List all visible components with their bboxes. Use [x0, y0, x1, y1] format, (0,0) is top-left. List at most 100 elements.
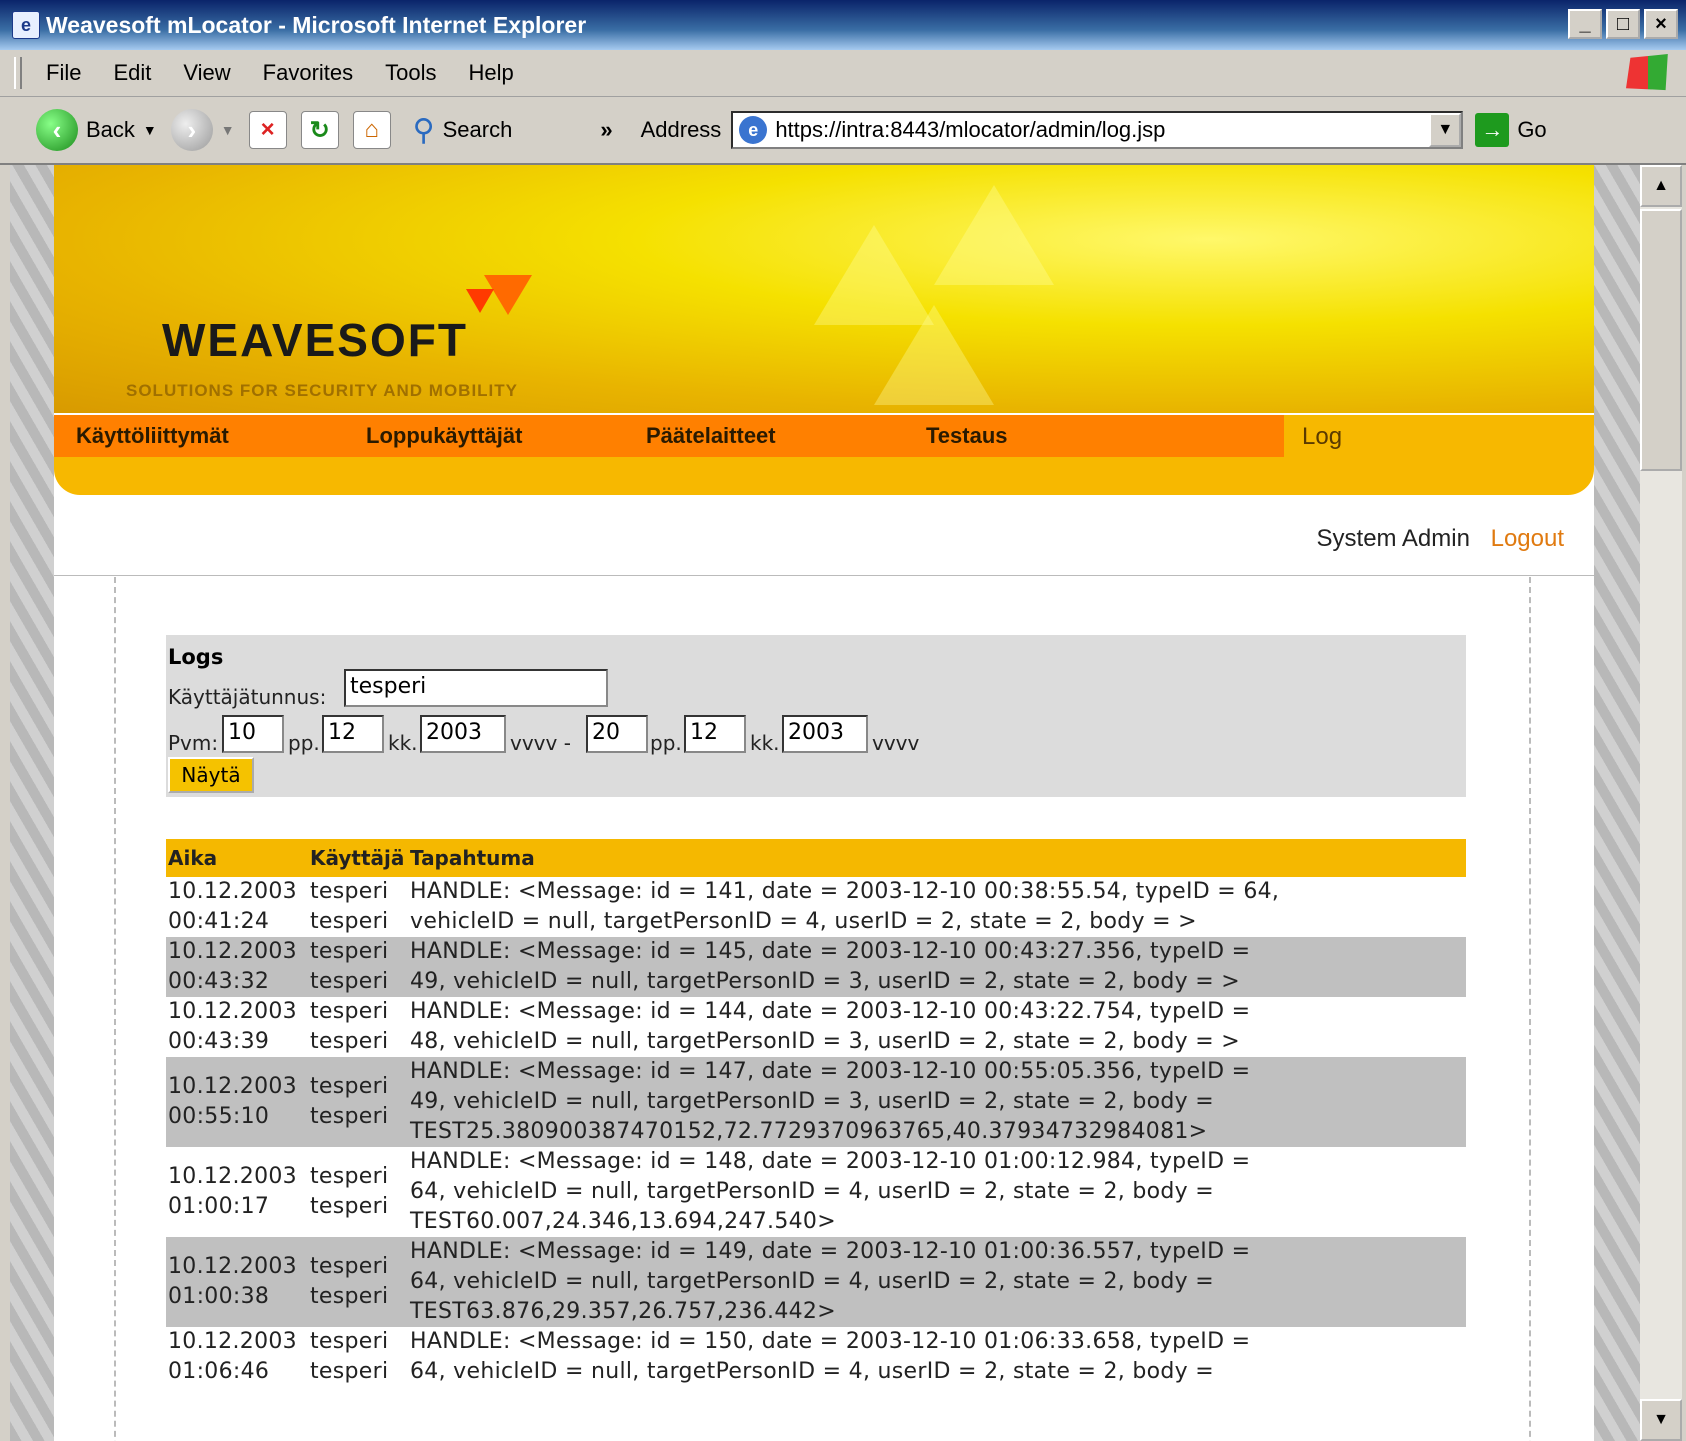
- back-dropdown-icon[interactable]: ▼: [143, 122, 157, 138]
- menu-file[interactable]: File: [30, 60, 97, 86]
- log-user-cell-line: tesperi: [310, 969, 389, 994]
- log-time-cell: 10.12.2003 01:00:38: [166, 1237, 308, 1327]
- ie-app-icon: e: [12, 11, 40, 39]
- log-time-cell-line: 10.12.2003: [168, 1329, 297, 1354]
- table-row: 10.12.2003 00:43:39 tesperi tesperi HANDLE: …: [166, 997, 1466, 1057]
- menu-help[interactable]: Help: [453, 60, 530, 86]
- table-row: 10.12.2003 01:00:38 tesperi tesperi HANDLE: …: [166, 1237, 1466, 1327]
- content-border-right: [1529, 577, 1531, 1441]
- address-dropdown-icon[interactable]: ▼: [1429, 113, 1462, 147]
- table-header-row: Aika Käyttäjä Tapahtuma: [166, 839, 1466, 877]
- to-month-input[interactable]: 12: [684, 715, 746, 753]
- log-user-cell-line: tesperi: [310, 999, 389, 1024]
- log-user-cell: tesperi tesperi: [308, 1237, 408, 1327]
- page-content: WEAVESOFT SOLUTIONS FOR SECURITY AND MOB…: [54, 165, 1594, 1441]
- menu-favorites[interactable]: Favorites: [247, 60, 369, 86]
- log-time-cell: 10.12.2003 00:41:24: [166, 877, 308, 937]
- vertical-scrollbar[interactable]: ▲ ▼: [1640, 165, 1682, 1441]
- address-bar[interactable]: e https://intra:8443/mlocator/admin/log.…: [731, 111, 1464, 149]
- log-event-cell-line: HANDLE: <Message: id = 150, date = 2003-…: [410, 1329, 1251, 1354]
- scroll-thumb[interactable]: [1640, 209, 1682, 471]
- close-button[interactable]: ×: [1644, 9, 1678, 39]
- log-event-cell: HANDLE: <Message: id = 150, date = 2003-…: [408, 1327, 1466, 1387]
- log-event-cell: HANDLE: <Message: id = 148, date = 2003-…: [408, 1147, 1466, 1237]
- log-event-cell-line: HANDLE: <Message: id = 147, date = 2003-…: [410, 1059, 1251, 1084]
- log-time-cell: 10.12.2003 01:06:46: [166, 1327, 308, 1387]
- menu-edit[interactable]: Edit: [97, 60, 167, 86]
- log-time-cell-line: 10.12.2003: [168, 1164, 297, 1189]
- day-unit-label: pp.: [288, 731, 320, 755]
- address-url[interactable]: https://intra:8443/mlocator/admin/log.js…: [775, 117, 1165, 143]
- back-arrow-icon: ‹: [36, 109, 78, 151]
- nav-item-testaus[interactable]: Testaus: [926, 423, 1008, 449]
- to-year-input[interactable]: 2003: [782, 715, 868, 753]
- log-user-cell: tesperi tesperi: [308, 1147, 408, 1237]
- log-user-cell-line: tesperi: [310, 879, 389, 904]
- log-event-cell-line: vehicleID = null, targetPersonID = 4, us…: [410, 909, 1197, 934]
- log-event-cell-line: 64, vehicleID = null, targetPersonID = 4…: [410, 1269, 1215, 1294]
- home-button[interactable]: ⌂: [352, 111, 391, 149]
- log-filter-form: Logs Käyttäjätunnus: tesperi Pvm: 10 pp.…: [166, 635, 1466, 797]
- column-header-event: Tapahtuma: [408, 839, 1466, 877]
- log-event-cell-line: TEST63.876,29.357,26.757,236.442>: [410, 1299, 836, 1324]
- show-button[interactable]: Näytä: [168, 757, 254, 793]
- log-user-cell-line: tesperi: [310, 1284, 389, 1309]
- menu-view[interactable]: View: [167, 60, 246, 86]
- go-button[interactable]: Go: [1517, 117, 1546, 143]
- nav-item-paatelaitteet[interactable]: Päätelaitteet: [646, 423, 776, 449]
- search-button[interactable]: ⚲ Search: [413, 113, 513, 148]
- nav-item-log[interactable]: Log: [1302, 423, 1342, 451]
- nav-item-kayttoliittymat[interactable]: Käyttöliittymät: [76, 423, 229, 449]
- log-event-cell-line: 49, vehicleID = null, targetPersonID = 3…: [410, 1089, 1215, 1114]
- log-time-cell-line: 01:06:46: [168, 1359, 270, 1384]
- window-titlebar: e Weavesoft mLocator - Microsoft Interne…: [0, 0, 1686, 50]
- menu-tools[interactable]: Tools: [369, 60, 452, 86]
- log-user-cell: tesperi tesperi: [308, 997, 408, 1057]
- log-table: Aika Käyttäjä Tapahtuma 10.12.2003 00:41:…: [166, 839, 1466, 1387]
- content-border-left: [114, 577, 116, 1441]
- windows-logo-icon: [1626, 54, 1668, 91]
- year-unit-label: vvvv: [872, 731, 920, 755]
- home-icon: ⌂: [352, 111, 391, 149]
- go-arrow-icon[interactable]: →: [1475, 113, 1510, 147]
- log-user-cell: tesperi tesperi: [308, 1057, 408, 1147]
- search-icon: ⚲: [412, 113, 435, 147]
- log-user-cell-line: tesperi: [310, 1029, 389, 1054]
- window-title: Weavesoft mLocator - Microsoft Internet …: [46, 11, 587, 38]
- back-button[interactable]: ‹ Back ▼: [36, 109, 157, 151]
- log-event-cell: HANDLE: <Message: id = 149, date = 2003-…: [408, 1237, 1466, 1327]
- forward-dropdown-icon[interactable]: ▼: [221, 122, 235, 138]
- refresh-button[interactable]: ↻: [300, 111, 339, 149]
- log-user-cell-line: tesperi: [310, 1254, 389, 1279]
- browser-toolbar: ‹ Back ▼ › ▼ × ↻ ⌂ ⚲ Search » Address e …: [0, 97, 1686, 165]
- from-year-input[interactable]: 2003: [420, 715, 506, 753]
- from-month-input[interactable]: 12: [322, 715, 384, 753]
- brand-tagline: SOLUTIONS FOR SECURITY AND MOBILITY: [126, 381, 519, 400]
- weavesoft-logo: WEAVESOFT: [162, 314, 468, 366]
- toolbar-overflow-chevron[interactable]: »: [600, 117, 612, 143]
- user-bar: System Admin Logout: [1317, 525, 1564, 553]
- forward-button[interactable]: › ▼: [170, 109, 235, 151]
- maximize-button[interactable]: □: [1606, 9, 1640, 39]
- minimize-button[interactable]: _: [1568, 9, 1602, 39]
- log-event-cell-line: HANDLE: <Message: id = 148, date = 2003-…: [410, 1149, 1251, 1174]
- log-time-cell-line: 01:00:38: [168, 1284, 270, 1309]
- log-time-cell-line: 10.12.2003: [168, 1254, 297, 1279]
- from-day-input[interactable]: 10: [222, 715, 284, 753]
- username-label: Käyttäjätunnus:: [168, 685, 327, 709]
- log-event-cell-line: TEST60.007,24.346,13.694,247.540>: [410, 1209, 836, 1234]
- log-event-cell-line: 64, vehicleID = null, targetPersonID = 4…: [410, 1359, 1215, 1384]
- scroll-down-icon[interactable]: ▼: [1640, 1399, 1682, 1441]
- log-user-cell-line: tesperi: [310, 1164, 389, 1189]
- nav-item-loppukayttajat[interactable]: Loppukäyttäjät: [366, 423, 522, 449]
- log-time-cell-line: 00:43:32: [168, 969, 270, 994]
- page-viewport: WEAVESOFT SOLUTIONS FOR SECURITY AND MOB…: [10, 165, 1640, 1441]
- log-time-cell-line: 00:41:24: [168, 909, 270, 934]
- scroll-up-icon[interactable]: ▲: [1640, 165, 1682, 207]
- logout-link[interactable]: Logout: [1491, 525, 1564, 552]
- to-day-input[interactable]: 20: [586, 715, 648, 753]
- username-input[interactable]: tesperi: [344, 669, 608, 707]
- stop-button[interactable]: ×: [248, 111, 287, 149]
- refresh-icon: ↻: [300, 111, 339, 149]
- log-user-cell-line: tesperi: [310, 909, 389, 934]
